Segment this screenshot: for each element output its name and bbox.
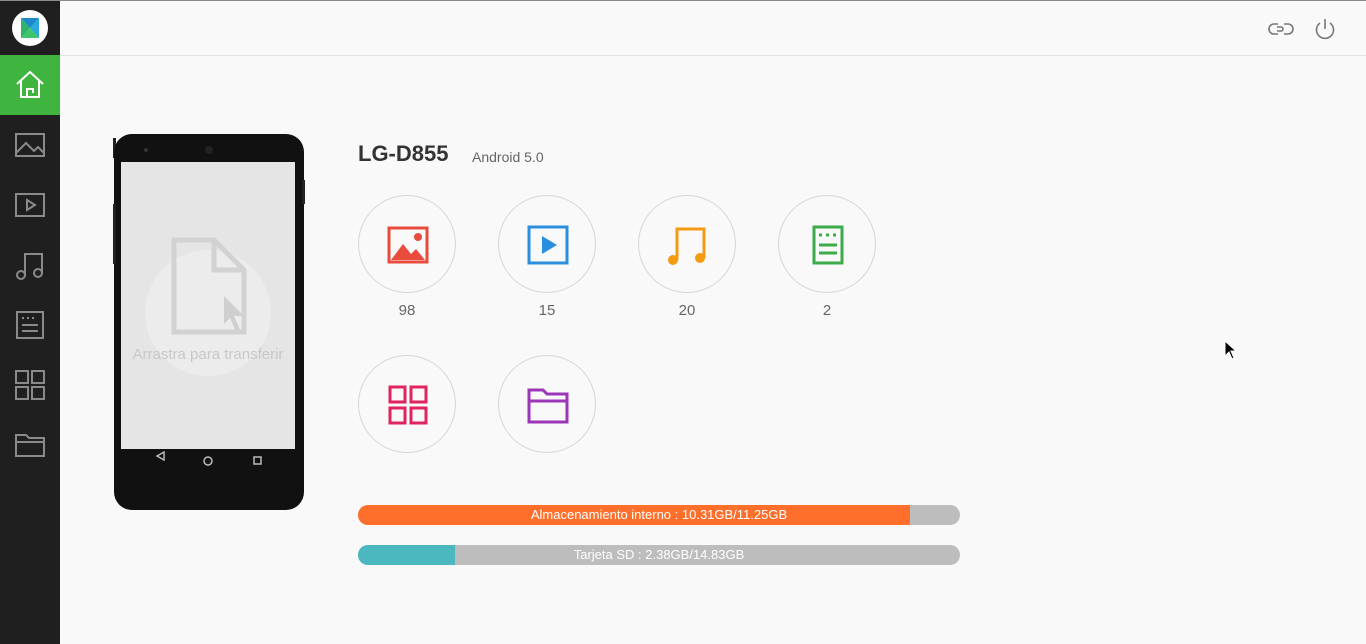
sidebar-item-apps[interactable] — [0, 355, 60, 415]
music-note-icon — [668, 227, 706, 265]
sidebar-item-music[interactable] — [0, 235, 60, 295]
category-documents-button[interactable] — [778, 195, 876, 293]
documents-icon — [812, 225, 844, 265]
music-icon — [16, 253, 43, 280]
photos-count: 98 — [398, 302, 416, 319]
sidebar-item-documents[interactable] — [0, 295, 60, 355]
category-files-button[interactable] — [498, 355, 596, 453]
music-count: 20 — [678, 302, 696, 319]
document-icon — [16, 311, 44, 339]
top-bar — [60, 1, 1366, 56]
drop-zone-label: Arrastra para transferir — [132, 346, 284, 363]
category-photos-button[interactable] — [358, 195, 456, 293]
sidebar-item-home[interactable] — [0, 55, 60, 115]
folder-icon — [15, 434, 45, 457]
files-folder-icon — [527, 388, 569, 424]
videos-icon — [527, 225, 569, 265]
category-videos-button[interactable] — [498, 195, 596, 293]
sidebar — [0, 1, 60, 644]
sidebar-item-files[interactable] — [0, 415, 60, 475]
internal-storage-bar: Almacenamiento interno : 10.31GB/11.25GB — [358, 505, 960, 525]
apps-grid-icon — [15, 370, 45, 400]
category-apps-button[interactable] — [358, 355, 456, 453]
sd-storage-bar: Tarjeta SD : 2.38GB/14.83GB — [358, 545, 960, 565]
link-icon[interactable] — [1268, 16, 1294, 42]
internal-storage-label: Almacenamiento interno : 10.31GB/11.25GB — [530, 507, 788, 522]
sidebar-item-photos[interactable] — [0, 115, 60, 175]
device-name: LG-D855 — [358, 141, 449, 166]
documents-count: 2 — [822, 302, 832, 319]
videos-count: 15 — [538, 302, 556, 319]
android-version: Android 5.0 — [472, 149, 544, 165]
apps-icon — [388, 385, 428, 425]
app-logo[interactable] — [12, 10, 48, 46]
image-icon — [15, 133, 45, 157]
mouse-cursor-icon — [1224, 340, 1238, 360]
power-icon[interactable] — [1312, 16, 1338, 42]
home-icon — [16, 70, 44, 98]
sidebar-item-videos[interactable] — [0, 175, 60, 235]
drag-file-icon — [171, 237, 247, 335]
category-music-button[interactable] — [638, 195, 736, 293]
sd-storage-label: Tarjeta SD : 2.38GB/14.83GB — [573, 547, 745, 562]
photos-icon — [387, 226, 429, 264]
video-icon — [15, 193, 45, 217]
